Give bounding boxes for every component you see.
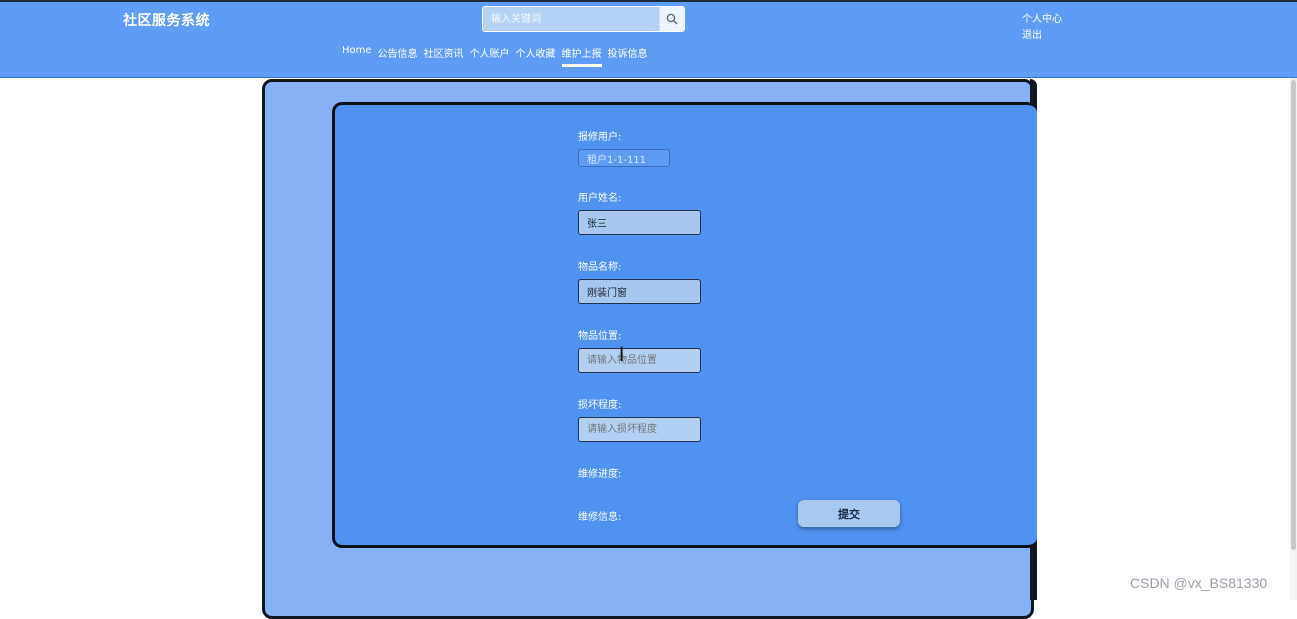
nav-maintenance-report[interactable]: 维护上报 <box>561 45 602 67</box>
item-location-label: 物品位置: <box>578 331 622 342</box>
item-name-field[interactable] <box>578 279 701 304</box>
submit-button[interactable]: 提交 <box>798 500 900 527</box>
nav-personal-account[interactable]: 个人账户 <box>470 45 510 66</box>
search-input[interactable] <box>483 7 659 31</box>
user-name-label: 用户姓名: <box>578 193 622 204</box>
top-border <box>0 0 1297 2</box>
scrollbar-thumb[interactable] <box>1291 80 1296 550</box>
site-logo[interactable]: 社区服务系统 <box>123 10 210 30</box>
repair-info-label: 维修信息: <box>578 512 622 523</box>
watermark: CSDN @vx_BS81330 <box>1130 575 1268 591</box>
search-button[interactable] <box>659 7 684 31</box>
main-nav: Home 公告信息 社区资讯 个人账户 个人收藏 维护上报 投诉信息 <box>342 45 648 67</box>
nav-community-news[interactable]: 社区资讯 <box>424 45 464 66</box>
mouse-cursor-icon: ┃ <box>618 347 626 361</box>
damage-level-field[interactable] <box>578 417 701 442</box>
repair-user-label: 报修用户: <box>578 132 622 143</box>
nav-announcements[interactable]: 公告信息 <box>378 45 418 66</box>
header-bar: 社区服务系统 个人中心 退出 Home 公告信息 社区资讯 个人账户 个人收藏 … <box>0 0 1297 78</box>
user-links: 个人中心 退出 <box>1022 12 1062 44</box>
form-panel <box>332 102 1037 548</box>
logout-link[interactable]: 退出 <box>1022 28 1062 44</box>
nav-home[interactable]: Home <box>342 45 372 66</box>
search-icon <box>666 13 678 25</box>
nav-complaints[interactable]: 投诉信息 <box>608 45 648 66</box>
item-name-label: 物品名称: <box>578 262 622 273</box>
search-box <box>482 6 685 32</box>
item-location-field[interactable] <box>578 348 701 373</box>
nav-favorites[interactable]: 个人收藏 <box>516 45 556 66</box>
user-center-link[interactable]: 个人中心 <box>1022 12 1062 28</box>
repair-user-field <box>578 149 670 167</box>
damage-level-label: 损坏程度: <box>578 400 622 411</box>
repair-progress-label: 维修进度: <box>578 469 622 480</box>
user-name-field[interactable] <box>578 210 701 235</box>
